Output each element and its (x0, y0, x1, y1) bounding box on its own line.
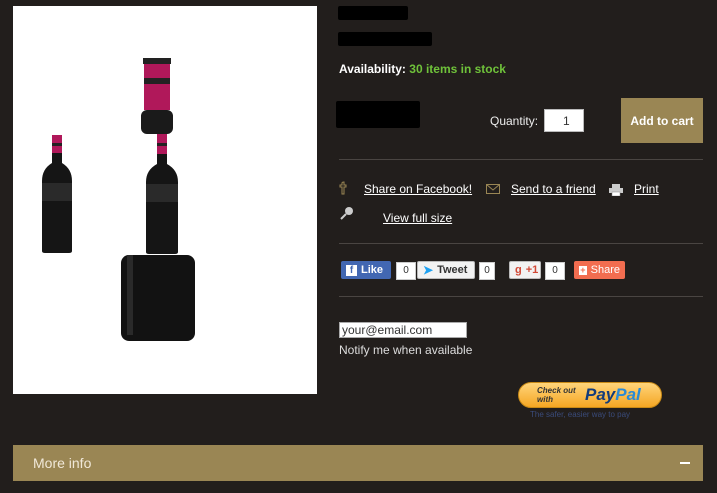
product-title-redacted (338, 6, 408, 20)
product-reference-redacted (338, 32, 432, 46)
share-facebook-link[interactable]: Share on Facebook! (364, 182, 472, 196)
collapse-minus-icon (680, 462, 690, 464)
facebook-logo-icon: f (346, 264, 357, 276)
plus-box-icon: + (579, 264, 587, 275)
printer-icon (609, 184, 623, 196)
more-info-toggle[interactable]: More info (13, 445, 703, 481)
quantity-input[interactable] (544, 109, 584, 132)
availability-value: 30 items in stock (409, 62, 506, 76)
paypal-checkout-button[interactable]: Check out with PayPal (518, 382, 662, 408)
notify-label: Notify me when available (339, 343, 473, 357)
print-link[interactable]: Print (634, 182, 659, 196)
divider (339, 159, 703, 160)
paypal-line1: Check out (537, 386, 576, 395)
paypal-checkout-text: Check out with (537, 386, 576, 404)
wine-bottle-small-image (42, 135, 72, 253)
like-label: Like (361, 264, 384, 276)
tweet-button[interactable]: ➤ Tweet (417, 261, 475, 279)
notify-email-input[interactable] (339, 322, 467, 338)
add-to-cart-button[interactable]: Add to cart (621, 98, 703, 143)
like-count: 0 (396, 262, 416, 280)
gplus-label: +1 (525, 264, 539, 276)
availability: Availability: 30 items in stock (339, 62, 506, 76)
divider (339, 296, 703, 297)
google-plus-button[interactable]: g +1 (509, 261, 541, 279)
paypal-tagline: The safer, easier way to pay (530, 410, 631, 419)
send-to-friend-link[interactable]: Send to a friend (511, 182, 596, 196)
zoom-icon (340, 207, 353, 220)
paypal-logo: PayPal (585, 385, 641, 405)
paypal-line2: with (537, 395, 553, 404)
wine-bottle-body-image (121, 255, 195, 341)
twitter-bird-icon: ➤ (423, 263, 434, 277)
wine-bottle-neck-image (141, 58, 173, 134)
view-full-size-link[interactable]: View full size (383, 211, 452, 225)
gplus-count: 0 (545, 262, 565, 280)
envelope-icon (486, 184, 500, 194)
more-info-label: More info (33, 455, 92, 471)
availability-label: Availability: (339, 62, 406, 76)
paypal-brand-pay: Pay (585, 385, 616, 404)
divider (339, 243, 703, 244)
paypal-brand-pal: Pal (615, 385, 641, 404)
quantity-label: Quantity: (490, 114, 539, 128)
tweet-label: Tweet (437, 264, 468, 276)
facebook-icon (339, 181, 347, 195)
tweet-count: 0 (479, 262, 495, 280)
share-label: Share (590, 264, 620, 276)
product-price-redacted (336, 101, 420, 128)
share-button[interactable]: + Share (574, 261, 625, 279)
product-image[interactable] (13, 6, 317, 394)
google-plus-icon: g (515, 264, 522, 276)
wine-bottle-medium-image (146, 134, 178, 254)
facebook-like-button[interactable]: f Like (341, 261, 391, 279)
